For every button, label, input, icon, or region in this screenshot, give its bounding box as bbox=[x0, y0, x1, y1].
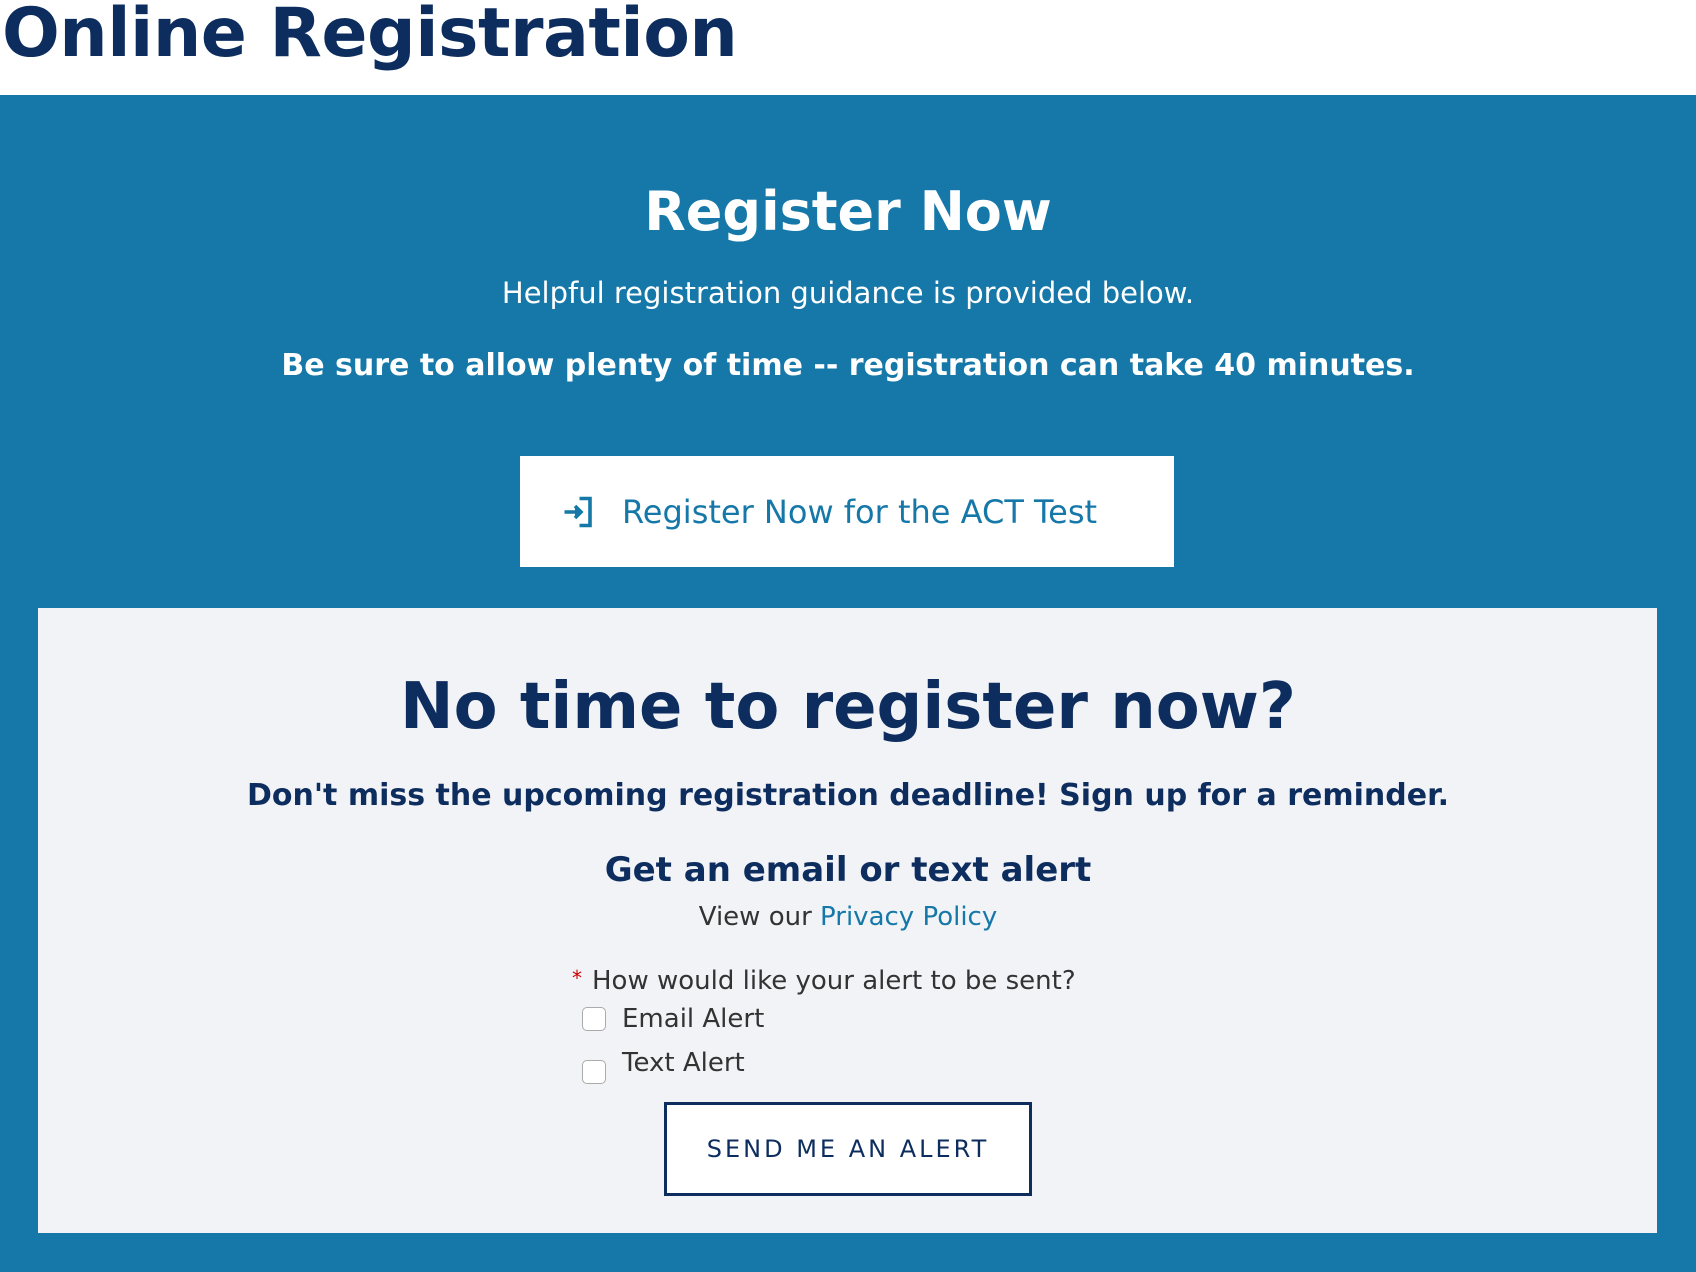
text-alert-option[interactable]: Text Alert bbox=[582, 1042, 745, 1084]
register-subtitle: Helpful registration guidance is provide… bbox=[501, 276, 1195, 310]
register-now-label: Register Now for the ACT Test bbox=[622, 492, 1098, 531]
email-alert-checkbox[interactable] bbox=[582, 1007, 606, 1031]
email-alert-option[interactable]: Email Alert bbox=[582, 1004, 764, 1034]
register-warning: Be sure to allow plenty of time -- regis… bbox=[281, 348, 1415, 383]
sign-in-icon bbox=[564, 496, 592, 527]
required-marker: * bbox=[572, 966, 582, 990]
page-title: Online Registration bbox=[2, 0, 738, 73]
alert-heading: Get an email or text alert bbox=[604, 850, 1092, 890]
reminder-subheading: Don't miss the upcoming registration dea… bbox=[247, 778, 1449, 813]
text-alert-label: Text Alert bbox=[622, 1048, 745, 1078]
register-heading: Register Now bbox=[644, 180, 1052, 243]
privacy-policy-link[interactable]: Privacy Policy bbox=[820, 902, 997, 932]
privacy-prefix: View our bbox=[698, 902, 812, 932]
alert-question: * How would like your alert to be sent? bbox=[572, 966, 1076, 996]
register-now-button[interactable]: Register Now for the ACT Test bbox=[520, 456, 1174, 567]
email-alert-label: Email Alert bbox=[622, 1004, 765, 1034]
question-label: How would like your alert to be sent? bbox=[592, 966, 1076, 996]
text-alert-checkbox[interactable] bbox=[582, 1060, 606, 1084]
reminder-heading: No time to register now? bbox=[400, 670, 1296, 744]
send-alert-button[interactable]: SEND ME AN ALERT bbox=[664, 1102, 1032, 1196]
privacy-line: View our Privacy Policy bbox=[0, 902, 1696, 932]
